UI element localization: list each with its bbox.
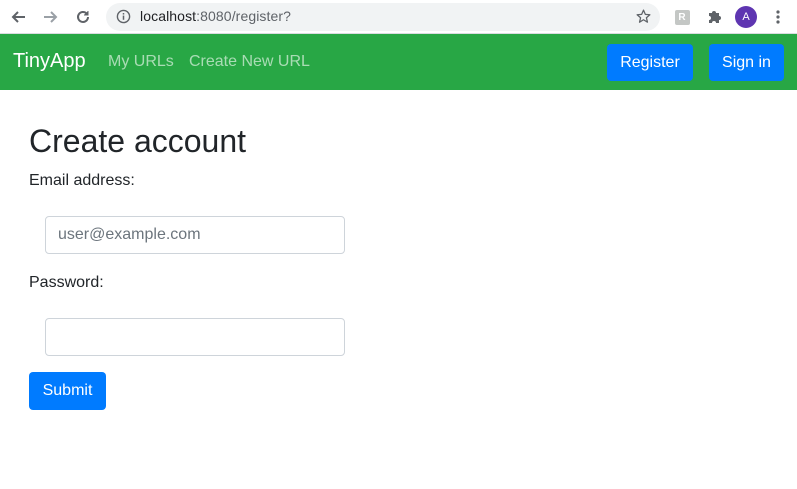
nav-link-my-urls[interactable]: My URLs [108,53,174,71]
extension-r-letter: R [674,9,690,25]
site-info-icon[interactable] [116,9,131,29]
url-text: localhost:8080/register? [140,8,291,24]
submit-button[interactable]: Submit [29,372,106,410]
password-field[interactable] [45,318,345,356]
browser-toolbar: localhost:8080/register? R A [0,0,797,34]
extensions-puzzle-icon[interactable] [703,6,725,28]
email-field[interactable] [45,216,345,254]
nav-link-create-url[interactable]: Create New URL [189,53,310,71]
profile-avatar[interactable]: A [735,6,757,28]
email-label: Email address: [29,172,135,189]
address-bar[interactable]: localhost:8080/register? [106,3,660,31]
back-arrow-icon[interactable] [7,6,29,28]
page-title: Create account [29,123,247,159]
brand-link[interactable]: TinyApp [13,50,86,73]
app-navbar: TinyApp My URLs Create New URL Register … [0,34,797,90]
password-label: Password: [29,274,104,291]
more-menu-icon[interactable] [767,6,789,28]
url-host: localhost [140,8,197,24]
bookmark-star-icon[interactable] [635,8,652,30]
extension-r-icon[interactable]: R [671,6,693,28]
reload-icon[interactable] [72,6,94,28]
profile-initial: A [735,6,757,28]
url-path: :8080/register? [196,8,292,24]
register-button[interactable]: Register [607,44,693,81]
forward-arrow-icon[interactable] [40,6,62,28]
sign-in-button[interactable]: Sign in [709,44,784,81]
